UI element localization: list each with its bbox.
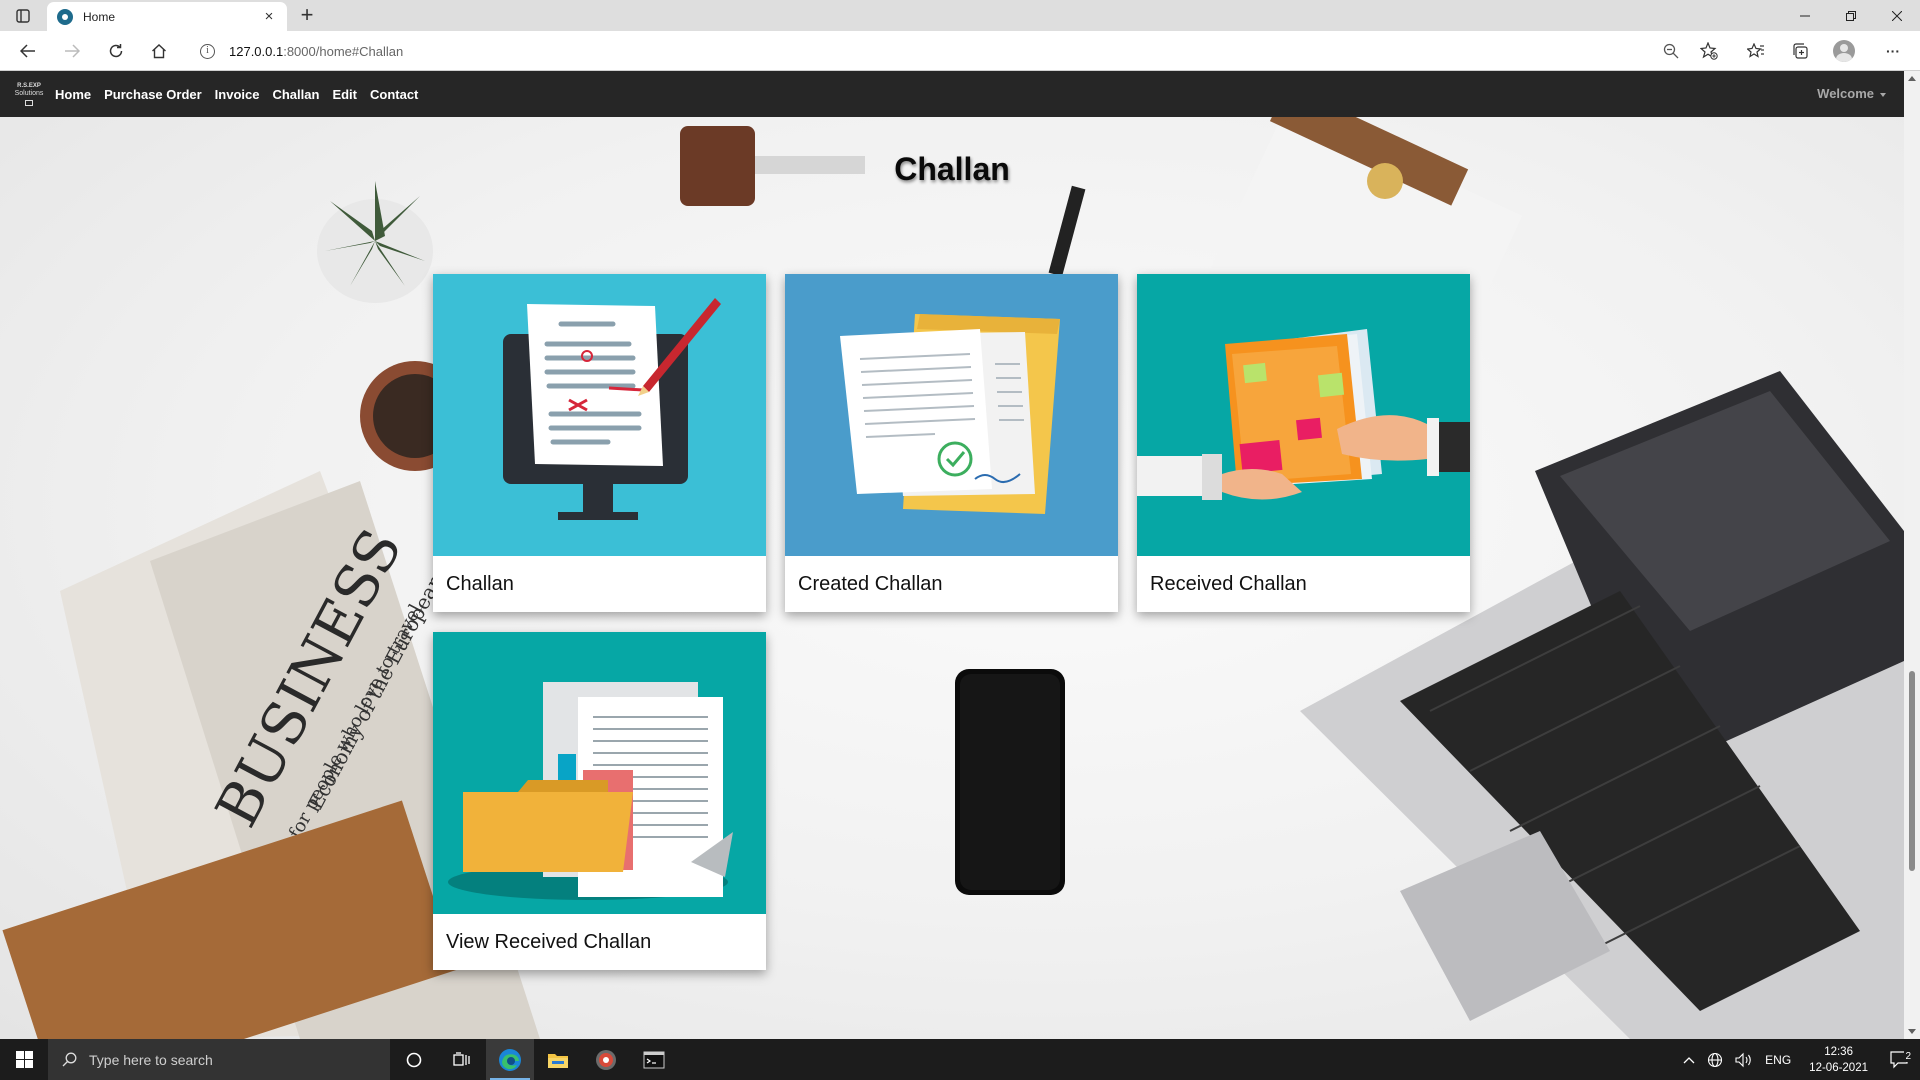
card-label: Received Challan <box>1150 572 1307 595</box>
nav-link-home[interactable]: Home <box>55 87 91 102</box>
new-tab-button[interactable]: + <box>294 3 320 29</box>
clock-date: 12-06-2021 <box>1809 1061 1868 1074</box>
page-scrollbar[interactable] <box>1904 71 1920 1039</box>
page-viewport: BUSINESS Economy of the European Union 2… <box>0 71 1904 1039</box>
scrollbar-thumb[interactable] <box>1909 671 1915 871</box>
nav-link-edit[interactable]: Edit <box>332 87 357 102</box>
system-tray: ENG 12:36 12-06-2021 2 <box>1677 1039 1920 1080</box>
favorites-icon[interactable] <box>1742 38 1770 64</box>
scroll-down-arrow-icon[interactable] <box>1908 1029 1916 1034</box>
show-hidden-icons-icon[interactable] <box>1677 1056 1701 1064</box>
home-icon[interactable] <box>145 38 173 64</box>
welcome-dropdown[interactable]: Welcome <box>1817 86 1886 101</box>
tab-actions-icon[interactable] <box>12 6 34 26</box>
card-created-challan[interactable]: Created Challan <box>785 274 1118 612</box>
approved-documents-illustration <box>785 274 1118 556</box>
refresh-icon[interactable] <box>102 38 130 64</box>
windows-start-icon[interactable] <box>0 1039 48 1080</box>
nav-link-challan[interactable]: Challan <box>272 87 319 102</box>
nav-link-purchase-order[interactable]: Purchase Order <box>104 87 202 102</box>
company-logo[interactable]: R.S.EXP Solutions <box>9 71 49 117</box>
site-navbar: R.S.EXP Solutions Home Purchase Order In… <box>0 71 1904 117</box>
search-icon <box>62 1052 77 1067</box>
windows-taskbar: Type here to search ENG 12:36 12-06-2021 <box>0 1039 1920 1080</box>
browser-tab-home[interactable]: Home × <box>47 2 287 31</box>
nav-link-contact[interactable]: Contact <box>370 87 418 102</box>
tab-close-icon[interactable]: × <box>261 8 277 25</box>
browser-toolbar: i 127.0.0.1:8000/home#Challan ··· <box>0 31 1920 71</box>
scroll-up-arrow-icon[interactable] <box>1908 76 1916 81</box>
card-label: Challan <box>446 572 514 595</box>
cortana-icon[interactable] <box>390 1039 438 1080</box>
notification-center-icon[interactable]: 2 <box>1880 1050 1920 1069</box>
network-globe-icon[interactable] <box>1701 1052 1729 1068</box>
file-explorer-icon[interactable] <box>534 1039 582 1080</box>
search-placeholder: Type here to search <box>89 1051 213 1068</box>
back-arrow-icon[interactable] <box>14 38 42 64</box>
zoom-out-icon[interactable] <box>1657 38 1685 64</box>
terminal-icon[interactable] <box>630 1039 678 1080</box>
window-controls <box>1782 0 1920 31</box>
task-view-icon[interactable] <box>438 1039 486 1080</box>
forward-arrow-icon[interactable] <box>58 38 86 64</box>
caret-down-icon <box>1880 92 1886 97</box>
site-info-icon[interactable]: i <box>200 43 215 59</box>
computer-document-illustration <box>433 274 766 556</box>
card-challan[interactable]: Challan <box>433 274 766 612</box>
collections-icon[interactable] <box>1786 38 1814 64</box>
minimize-icon[interactable] <box>1782 0 1828 31</box>
card-label: Created Challan <box>798 572 943 595</box>
taskbar-clock[interactable]: 12:36 12-06-2021 <box>1797 1044 1880 1076</box>
notification-count: 2 <box>1904 1050 1912 1062</box>
add-favorite-icon[interactable] <box>1695 38 1723 64</box>
volume-icon[interactable] <box>1729 1052 1759 1068</box>
card-view-received-challan[interactable]: View Received Challan <box>433 632 766 970</box>
address-bar[interactable]: i 127.0.0.1:8000/home#Challan <box>190 37 1730 65</box>
tab-title: Home <box>83 9 116 24</box>
profile-avatar-icon[interactable] <box>1830 38 1858 64</box>
folder-handover-illustration <box>1137 274 1470 556</box>
page-title: Challan <box>894 151 1010 187</box>
card-label: View Received Challan <box>446 930 652 953</box>
edge-browser-icon[interactable] <box>486 1039 534 1080</box>
clock-time: 12:36 <box>1824 1045 1853 1058</box>
browser-tabstrip: Home × + <box>0 0 1920 31</box>
input-language[interactable]: ENG <box>1759 1053 1797 1067</box>
folder-files-illustration <box>433 632 766 914</box>
taskbar-search-box[interactable]: Type here to search <box>48 1039 390 1080</box>
site-favicon-icon <box>57 8 73 25</box>
close-window-icon[interactable] <box>1874 0 1920 31</box>
media-player-icon[interactable] <box>582 1039 630 1080</box>
card-received-challan[interactable]: Received Challan <box>1137 274 1470 612</box>
nav-link-invoice[interactable]: Invoice <box>215 87 260 102</box>
url-text: 127.0.0.1:8000/home#Challan <box>229 43 404 59</box>
restore-icon[interactable] <box>1828 0 1874 31</box>
more-options-icon[interactable]: ··· <box>1879 38 1907 64</box>
